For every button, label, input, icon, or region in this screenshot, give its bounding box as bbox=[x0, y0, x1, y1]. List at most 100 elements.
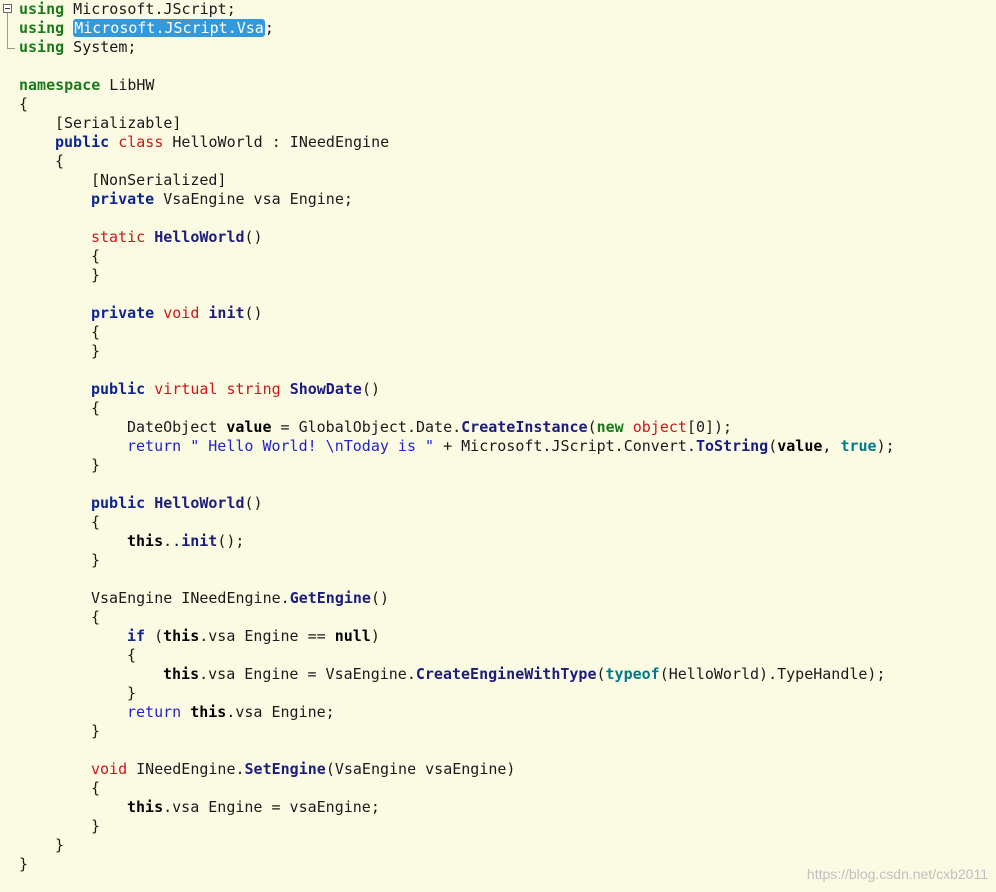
code-token: using bbox=[19, 0, 64, 18]
code-token: private bbox=[91, 304, 154, 322]
code-line[interactable]: { bbox=[19, 95, 895, 114]
code-token: using bbox=[19, 19, 64, 37]
code-line[interactable] bbox=[19, 209, 895, 228]
code-line[interactable]: } bbox=[19, 551, 895, 570]
code-token: GetEngine bbox=[290, 589, 371, 607]
code-line[interactable]: this..init(); bbox=[19, 532, 895, 551]
code-token: { bbox=[91, 779, 100, 797]
code-token: true bbox=[840, 437, 876, 455]
code-token: { bbox=[91, 513, 100, 531]
code-line[interactable]: { bbox=[19, 152, 895, 171]
code-token bbox=[109, 133, 118, 151]
code-token: { bbox=[91, 247, 100, 265]
code-text[interactable]: using Microsoft.JScript;using Microsoft.… bbox=[19, 0, 895, 874]
code-line[interactable]: { bbox=[19, 399, 895, 418]
code-line[interactable]: using Microsoft.JScript.Vsa; bbox=[19, 19, 895, 38]
code-line[interactable]: } bbox=[19, 855, 895, 874]
code-token: init bbox=[181, 532, 217, 550]
code-token: } bbox=[91, 456, 100, 474]
code-token: INeedEngine. bbox=[127, 760, 244, 778]
code-token: { bbox=[19, 95, 28, 113]
code-token: ( bbox=[768, 437, 777, 455]
code-token: () bbox=[245, 228, 263, 246]
code-line[interactable] bbox=[19, 475, 895, 494]
code-line[interactable]: private void init() bbox=[19, 304, 895, 323]
code-token bbox=[145, 494, 154, 512]
code-line[interactable]: static HelloWorld() bbox=[19, 228, 895, 247]
code-line[interactable] bbox=[19, 361, 895, 380]
code-line[interactable]: } bbox=[19, 342, 895, 361]
code-line[interactable]: using System; bbox=[19, 38, 895, 57]
code-token: [Serializable] bbox=[55, 114, 181, 132]
code-line[interactable]: { bbox=[19, 513, 895, 532]
code-line[interactable]: void INeedEngine.SetEngine(VsaEngine vsa… bbox=[19, 760, 895, 779]
code-line[interactable]: } bbox=[19, 722, 895, 741]
code-token: class bbox=[118, 133, 163, 151]
code-line[interactable] bbox=[19, 741, 895, 760]
code-token: [0]); bbox=[687, 418, 732, 436]
code-token: this bbox=[163, 627, 199, 645]
code-token: value bbox=[777, 437, 822, 455]
code-token: } bbox=[55, 836, 64, 854]
code-line[interactable]: private VsaEngine vsa Engine; bbox=[19, 190, 895, 209]
code-line[interactable]: { bbox=[19, 247, 895, 266]
code-token: init bbox=[208, 304, 244, 322]
code-token: ToString bbox=[696, 437, 768, 455]
code-line[interactable]: return this.vsa Engine; bbox=[19, 703, 895, 722]
code-token: return bbox=[127, 437, 181, 455]
code-line[interactable]: public HelloWorld() bbox=[19, 494, 895, 513]
code-line[interactable] bbox=[19, 285, 895, 304]
code-line[interactable]: } bbox=[19, 684, 895, 703]
code-line[interactable]: { bbox=[19, 608, 895, 627]
code-token: = GlobalObject.Date. bbox=[272, 418, 462, 436]
code-line[interactable]: } bbox=[19, 266, 895, 285]
code-token: (VsaEngine vsaEngine) bbox=[326, 760, 516, 778]
code-token: ( bbox=[588, 418, 597, 436]
code-line[interactable]: public class HelloWorld : INeedEngine bbox=[19, 133, 895, 152]
code-line[interactable]: [Serializable] bbox=[19, 114, 895, 133]
code-line[interactable]: { bbox=[19, 323, 895, 342]
code-line[interactable]: VsaEngine INeedEngine.GetEngine() bbox=[19, 589, 895, 608]
code-line[interactable]: public virtual string ShowDate() bbox=[19, 380, 895, 399]
code-line[interactable]: } bbox=[19, 817, 895, 836]
code-line[interactable]: } bbox=[19, 836, 895, 855]
code-line[interactable]: return " Hello World! \nToday is " + Mic… bbox=[19, 437, 895, 456]
code-line[interactable]: this.vsa Engine = VsaEngine.CreateEngine… bbox=[19, 665, 895, 684]
code-token: { bbox=[91, 608, 100, 626]
code-token bbox=[154, 304, 163, 322]
code-token: } bbox=[91, 266, 100, 284]
code-editor[interactable]: using Microsoft.JScript;using Microsoft.… bbox=[0, 0, 996, 892]
code-token: VsaEngine vsa Engine; bbox=[154, 190, 353, 208]
code-token: void bbox=[163, 304, 199, 322]
code-token: .vsa Engine = VsaEngine. bbox=[199, 665, 416, 683]
code-token: CreateEngineWithType bbox=[416, 665, 597, 683]
code-token bbox=[64, 19, 73, 37]
code-line[interactable]: this.vsa Engine = vsaEngine; bbox=[19, 798, 895, 817]
code-token: LibHW bbox=[100, 76, 154, 94]
code-token: .. bbox=[163, 532, 181, 550]
code-token: { bbox=[91, 323, 100, 341]
code-token: { bbox=[55, 152, 64, 170]
code-token bbox=[145, 228, 154, 246]
code-line[interactable] bbox=[19, 570, 895, 589]
code-line[interactable]: if (this.vsa Engine == null) bbox=[19, 627, 895, 646]
code-line[interactable] bbox=[19, 57, 895, 76]
code-token bbox=[145, 380, 154, 398]
code-line[interactable]: [NonSerialized] bbox=[19, 171, 895, 190]
code-token: (HelloWorld).TypeHandle); bbox=[660, 665, 886, 683]
code-line[interactable]: DateObject value = GlobalObject.Date.Cre… bbox=[19, 418, 895, 437]
code-line[interactable]: { bbox=[19, 779, 895, 798]
minus-box-icon[interactable] bbox=[3, 4, 12, 13]
code-token: , bbox=[822, 437, 840, 455]
code-line[interactable]: } bbox=[19, 456, 895, 475]
code-token: } bbox=[91, 817, 100, 835]
code-token: () bbox=[245, 494, 263, 512]
code-token: this bbox=[190, 703, 226, 721]
code-line[interactable]: { bbox=[19, 646, 895, 665]
code-token: public bbox=[55, 133, 109, 151]
code-token: HelloWorld bbox=[154, 228, 244, 246]
code-line[interactable]: namespace LibHW bbox=[19, 76, 895, 95]
code-line[interactable]: using Microsoft.JScript; bbox=[19, 0, 895, 19]
fold-gutter bbox=[0, 0, 16, 60]
code-token: ShowDate bbox=[290, 380, 362, 398]
